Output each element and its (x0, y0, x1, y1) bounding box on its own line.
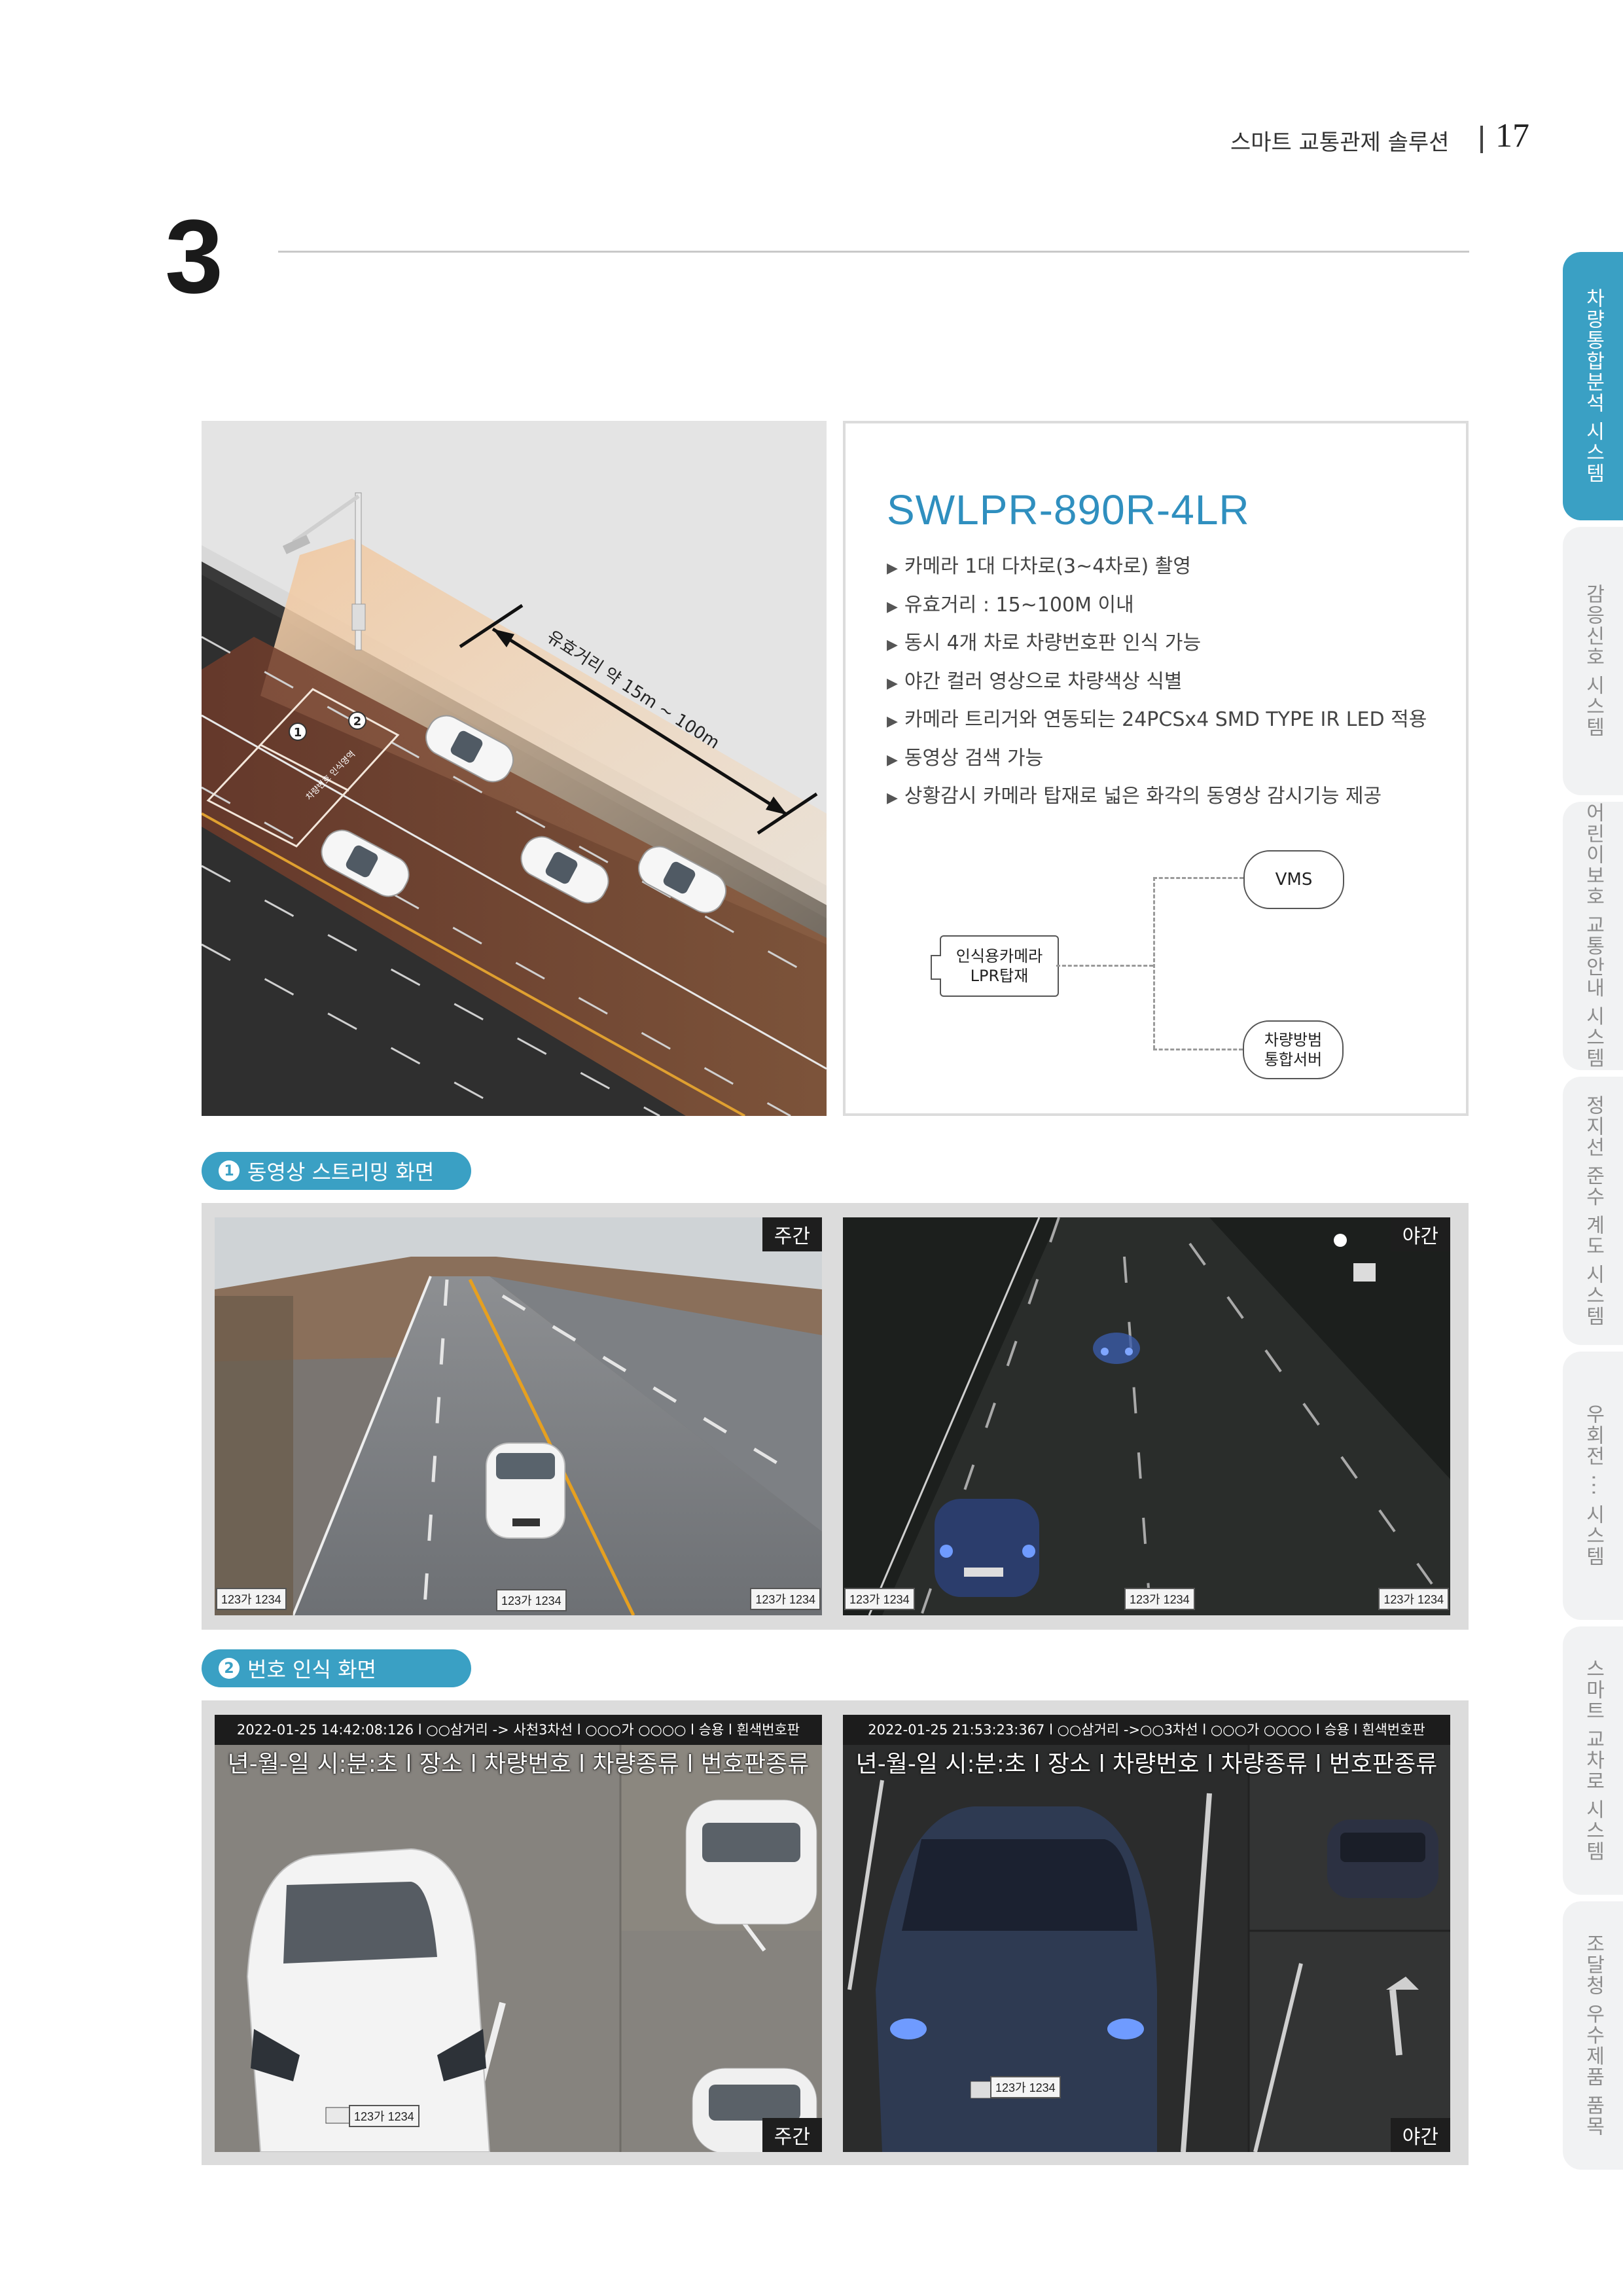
side-tab-label: 정지선 준수 계도 시스템 (1582, 1094, 1605, 1327)
day-info-bar: 2022-01-25 14:42:08:126 l ○○삼거리 -> 사천3차선… (215, 1715, 822, 1745)
section-number: 3 (165, 198, 223, 315)
bullet-icon: ▶ (887, 598, 898, 615)
day-badge: 주간 (762, 2118, 822, 2152)
product-name: SWLPR-890R-4LR (887, 486, 1250, 533)
vms-node: VMS (1243, 850, 1344, 909)
plate-tag: 123가 1234 (349, 2105, 419, 2127)
night-field-line: 년-월-일 시:분:초 l 장소 l 차량번호 l 차량종류 l 번호판종류 (855, 1751, 1438, 1778)
night-badge: 야간 (1390, 2118, 1450, 2152)
bullet-icon: ▶ (887, 637, 898, 653)
road-illustration-svg: 1 2 유효거리 약 15m ~ 100m 차량번호 인식영역 (202, 421, 827, 1116)
feature-item: ▶ 카메라 트리거와 연동되는 24PCSx4 SMD TYPE IR LED 적… (887, 708, 1427, 731)
side-tab-label: 조달청 우수제품 품목 (1582, 1933, 1605, 2138)
day-field-line: 년-월-일 시:분:초 l 장소 l 차량번호 l 차량종류 l 번호판종류 (227, 1751, 810, 1778)
bullet-icon: ▶ (887, 560, 898, 577)
section-number-badge: 2 (219, 1658, 240, 1679)
side-tab-child-protection[interactable]: 어린이보호 교통안내 시스템 (1563, 802, 1623, 1070)
feature-item: ▶ 동영상 검색 가능 (887, 746, 1044, 770)
bullet-icon: ▶ (887, 675, 898, 692)
zone-marker-1: 1 (294, 726, 302, 740)
streaming-section-pill: 1 동영상 스트리밍 화면 (202, 1152, 471, 1190)
connector-line (1153, 877, 1243, 879)
side-tab-label: 차량통합분석 시스템 (1582, 288, 1605, 484)
bullet-icon: ▶ (887, 790, 898, 806)
feature-list: ▶ 카메라 1대 다차로(3~4차로) 촬영 ▶ 유효거리 : 15~100M 이내… (887, 548, 1427, 816)
side-tab-sensing-signal[interactable]: 감응신호 시스템 (1563, 527, 1623, 795)
plate-tag: 123가 1234 (1124, 1588, 1195, 1610)
bullet-icon: ▶ (887, 713, 898, 730)
section-rule (278, 251, 1469, 253)
section-number-badge: 1 (219, 1160, 240, 1181)
recognition-section-pill: 2 번호 인식 화면 (202, 1649, 471, 1687)
plate-tag: 123가 1234 (750, 1588, 821, 1610)
spec-panel: SWLPR-890R-4LR ▶ 카메라 1대 다차로(3~4차로) 촬영 ▶ 유효… (843, 421, 1469, 1116)
side-tab-stop-line[interactable]: 정지선 준수 계도 시스템 (1563, 1077, 1623, 1345)
plate-tag: 123가 1234 (1378, 1588, 1449, 1610)
day-badge: 주간 (762, 1217, 822, 1251)
road-illustration: 1 2 유효거리 약 15m ~ 100m 차량번호 인식영역 (202, 421, 827, 1116)
day-recognition-image: 2022-01-25 14:42:08:126 l ○○삼거리 -> 사천3차선… (215, 1715, 822, 2152)
feature-item: ▶ 유효거리 : 15~100M 이내 (887, 593, 1134, 617)
plate-tag: 123가 1234 (216, 1588, 287, 1610)
feature-item: ▶ 동시 4개 차로 차량번호판 인식 가능 (887, 632, 1202, 655)
day-streaming-image: 주간 123가 1234 123가 1234 123가 1234 (215, 1217, 822, 1615)
camera-lens-icon (931, 955, 941, 980)
header-separator (1480, 126, 1483, 153)
connector-line (1056, 965, 1153, 967)
night-streaming-image: 야간 123가 1234 123가 1234 123가 1234 (843, 1217, 1450, 1615)
side-tab-procurement[interactable]: 조달청 우수제품 품목 (1563, 1901, 1623, 2170)
plate-tag: 123가 1234 (496, 1589, 567, 1611)
connector-line (1153, 877, 1155, 1049)
plate-tag: 123가 1234 (844, 1588, 915, 1610)
side-tab-smart-intersection[interactable]: 스마트 교차로 시스템 (1563, 1626, 1623, 1895)
side-tab-label: 어린이보호 교통안내 시스템 (1582, 802, 1605, 1069)
bullet-icon: ▶ (887, 751, 898, 768)
side-tab-vehicle-analysis[interactable]: 차량통합분석 시스템 (1563, 252, 1623, 520)
side-tab-label: 스마트 교차로 시스템 (1582, 1659, 1605, 1863)
plate-tag: 123가 1234 (990, 2076, 1061, 2098)
night-info-bar: 2022-01-25 21:53:23:367 l ○○삼거리 ->○○3차선 … (843, 1715, 1450, 1745)
night-badge: 야간 (1390, 1217, 1450, 1251)
side-tab-label: 우회전 ··· 시스템 (1582, 1404, 1605, 1568)
server-node: 차량방범 통합서버 (1243, 1020, 1344, 1079)
feature-item: ▶ 상황감시 카메라 탑재로 넓은 화각의 동영상 감시기능 제공 (887, 785, 1382, 808)
page-number: 17 (1495, 117, 1529, 154)
feature-item: ▶ 야간 컬러 영상으로 차량색상 식별 (887, 670, 1183, 693)
header-title: 스마트 교통관제 솔루션 (1230, 130, 1450, 156)
zone-marker-2: 2 (353, 715, 362, 728)
side-tab-right-turn[interactable]: 우회전 ··· 시스템 (1563, 1352, 1623, 1620)
streaming-section-title: 동영상 스트리밍 화면 (247, 1160, 435, 1185)
night-recognition-image: 2022-01-25 21:53:23:367 l ○○삼거리 ->○○3차선 … (843, 1715, 1450, 2152)
camera-node: 인식용카메라 LPR탑재 (940, 935, 1059, 997)
side-tab-label: 감응신호 시스템 (1582, 584, 1605, 738)
feature-item: ▶ 카메라 1대 다차로(3~4차로) 촬영 (887, 555, 1191, 578)
recognition-section-title: 번호 인식 화면 (247, 1657, 376, 1682)
connector-line (1153, 1049, 1243, 1050)
